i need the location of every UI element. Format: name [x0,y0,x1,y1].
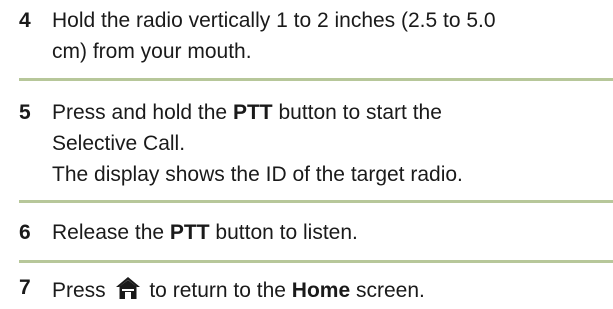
divider [19,200,613,203]
step-line: The display shows the ID of the target r… [52,163,463,186]
step-number: 5 [19,101,31,124]
step-line: Selective Call. [52,132,186,155]
text-run: to return to the [143,279,292,302]
home-screen-label: Home [291,279,351,302]
step-text: Hold the radio vertically 1 to 2 inches … [52,5,612,67]
text-run: Release the [52,221,170,244]
step-line: Release the PTT button to listen. [52,217,612,248]
ptt-button-label: PTT [169,221,210,244]
step-line: cm) from your mouth. [52,40,252,63]
text-run: screen. [350,279,425,302]
divider [19,260,613,263]
step-number: 6 [19,221,31,244]
step-text: Press and hold the PTT button to start t… [52,97,612,190]
step-line: Hold the radio vertically 1 to 2 inches … [52,9,496,32]
step-text: Release the PTT button to listen. [52,217,612,248]
ptt-button-label: PTT [232,101,273,124]
step-text: Press to return to the Home screen. [52,275,612,306]
text-run: Press and hold the [52,101,233,124]
divider [19,78,613,81]
text-run: button to start the [272,101,442,124]
step-line: Press and hold the PTT button to start t… [52,97,612,128]
text-run: Press [52,279,112,302]
step-line: Press to return to the Home screen. [52,275,612,306]
step-number: 7 [19,276,31,299]
text-run: button to listen. [209,221,358,244]
step-number: 4 [19,9,31,32]
home-icon [115,276,141,300]
